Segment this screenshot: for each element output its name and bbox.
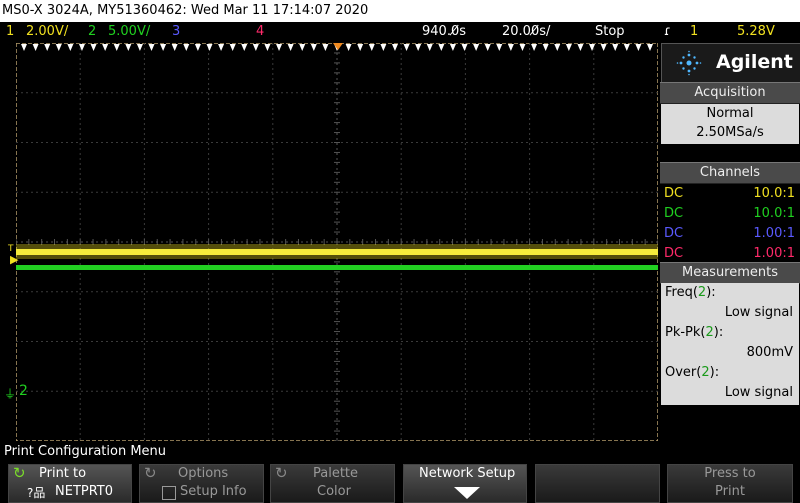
blank-softkey[interactable] (535, 464, 660, 503)
coupling: DC (664, 226, 684, 241)
trigger-slope-icon: ɾ (664, 24, 671, 39)
softkey-value: Print (715, 484, 745, 499)
ch2-scale[interactable]: 5.00V/ (108, 22, 150, 42)
trigger-level[interactable]: 5.28V (737, 22, 775, 42)
ch1-trace (16, 249, 658, 255)
menu-title: Print Configuration Menu (0, 442, 800, 462)
softkey-value: NETPRT0 (55, 484, 114, 499)
ch1-number[interactable]: 1 (6, 22, 14, 42)
softkey-label: Network Setup (419, 466, 516, 481)
trigger-channel[interactable]: 1 (690, 22, 698, 42)
measurement-label: Freq(2): (665, 285, 716, 300)
measurement-label: Over(2): (665, 365, 720, 380)
title-bar: MS0-X 3024A, MY51360462: Wed Mar 11 17:1… (0, 0, 800, 22)
softkey-value: Color (317, 484, 351, 499)
refresh-icon: ↻ (275, 464, 288, 482)
coupling: DC (664, 186, 684, 201)
brand-name: Agilent (716, 51, 793, 73)
softkey-label: Palette (313, 466, 359, 481)
brand-box: Agilent (661, 43, 800, 83)
palette-softkey[interactable]: ↻ Palette Color (270, 464, 395, 503)
time-scale[interactable]: 20.00̸s/ (502, 22, 550, 42)
probe-ratio: 10.0:1 (753, 206, 795, 221)
probe-ratio: 1.00:1 (753, 246, 795, 261)
refresh-icon: ↻ (144, 464, 157, 482)
refresh-icon: ↻ (13, 464, 26, 482)
title-text: MS0-X 3024A, MY51360462: Wed Mar 11 17:1… (2, 3, 369, 18)
measurement-value: Low signal (724, 385, 793, 400)
channel-row-1: DC 10.0:1 (664, 184, 795, 204)
ch1-scale[interactable]: 2.00V/ (26, 22, 68, 42)
print-to-softkey[interactable]: ↻ Print to ?品 NETPRT0 (8, 464, 132, 503)
down-arrow-icon (454, 487, 480, 499)
network-setup-softkey[interactable]: Network Setup (403, 464, 527, 503)
measurement-value: 800mV (746, 345, 793, 360)
acquisition-mode: Normal (706, 106, 754, 121)
softkey-label: Press to (704, 466, 756, 481)
softkey-label: Print to (39, 466, 87, 481)
acquisition-box[interactable]: Normal 2.50MSa/s (661, 104, 799, 144)
ch2-ground-icon[interactable]: ⏚ (4, 385, 16, 402)
ch3-number[interactable]: 3 (172, 22, 180, 42)
checkbox-icon[interactable] (162, 486, 176, 500)
sample-rate: 2.50MSa/s (696, 125, 764, 140)
coupling: DC (664, 206, 684, 221)
channel-row-3: DC 1.00:1 (664, 224, 795, 244)
measurements-box[interactable]: Freq(2): Low signal Pk-Pk(2): 800mV Over… (661, 283, 799, 405)
ch4-number[interactable]: 4 (256, 22, 264, 42)
ch1-ground-marker[interactable]: ▶ (10, 253, 18, 266)
softkey-value: Setup Info (180, 484, 247, 499)
channel-status-row: 1 2.00V/ 2 5.00V/ 3 4 940.0̸s 20.00̸s/ S… (0, 22, 800, 42)
channel-row-4: DC 1.00:1 (664, 244, 795, 264)
measurements-header: Measurements (660, 262, 800, 284)
waveform-graticule[interactable] (16, 43, 658, 441)
probe-ratio: 10.0:1 (753, 186, 795, 201)
run-state[interactable]: Stop (595, 22, 625, 42)
ch2-number[interactable]: 2 (88, 22, 96, 42)
channels-box[interactable]: DC 10.0:1 DC 10.0:1 DC 1.00:1 DC 1.00:1 (661, 184, 799, 265)
ch2-trace (16, 265, 658, 270)
measurement-value: Low signal (724, 305, 793, 320)
coupling: DC (664, 246, 684, 261)
options-softkey[interactable]: ↻ Options Setup Info (139, 464, 264, 503)
channels-header: Channels (660, 162, 800, 184)
side-panel: Agilent Acquisition Normal 2.50MSa/s Cha… (660, 43, 800, 441)
ch2-ground-label[interactable]: 2 (19, 383, 28, 399)
probe-ratio: 1.00:1 (753, 226, 795, 241)
measurement-label: Pk-Pk(2): (665, 325, 724, 340)
agilent-logo-icon (676, 50, 702, 76)
time-delay[interactable]: 940.0̸s (422, 22, 466, 42)
channel-row-2: DC 10.0:1 (664, 204, 795, 224)
acquisition-header: Acquisition (660, 82, 800, 104)
press-to-print-softkey[interactable]: Press to Print (667, 464, 793, 503)
softkey-label: Options (178, 466, 229, 481)
network-printer-icon: ?品 (27, 486, 46, 500)
